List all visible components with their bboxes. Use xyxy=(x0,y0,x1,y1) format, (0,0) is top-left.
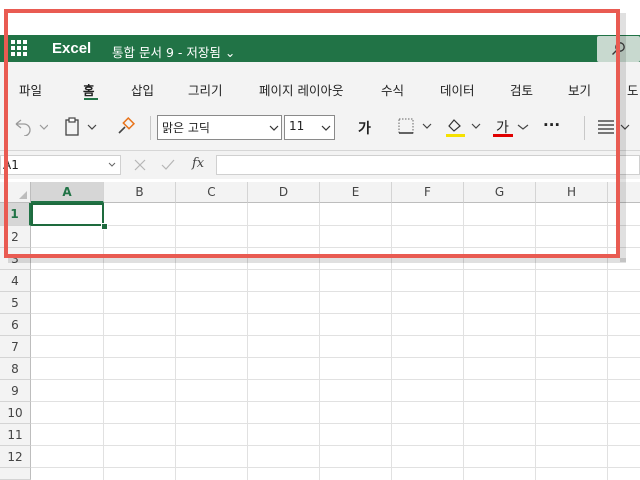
tab-file[interactable]: 파일 xyxy=(19,80,42,99)
column-header-f[interactable]: F xyxy=(392,182,464,203)
column-header-d[interactable]: D xyxy=(248,182,320,203)
format-painter-icon[interactable] xyxy=(116,117,136,137)
grid-line xyxy=(31,335,640,336)
grid-line xyxy=(391,203,392,480)
enter-icon[interactable] xyxy=(160,158,176,172)
row-header-4[interactable]: 4 xyxy=(0,270,31,292)
font-name-value: 맑은 고딕 xyxy=(162,121,210,135)
row-header-13[interactable] xyxy=(0,468,31,480)
column-header-b[interactable]: B xyxy=(104,182,176,203)
title-bar xyxy=(0,35,640,62)
tab-data[interactable]: 데이터 xyxy=(440,80,475,99)
row-header-1[interactable]: 1 xyxy=(0,203,31,226)
borders-icon[interactable] xyxy=(398,118,434,136)
grid-line xyxy=(31,357,640,358)
bold-button[interactable]: 가 xyxy=(358,118,371,138)
grid-line xyxy=(31,225,640,226)
grid-line xyxy=(247,203,248,480)
more-icon[interactable]: ··· xyxy=(543,116,560,134)
font-name-dropdown[interactable]: 맑은 고딕 xyxy=(157,115,282,140)
fill-color-icon[interactable] xyxy=(445,116,483,138)
formula-input[interactable] xyxy=(216,155,640,175)
row-header-2[interactable]: 2 xyxy=(0,226,31,248)
chevron-down-icon[interactable] xyxy=(517,123,529,131)
column-header-a[interactable]: A xyxy=(31,182,104,203)
grid-line xyxy=(319,203,320,480)
row-header-10[interactable]: 10 xyxy=(0,402,31,424)
grid-line xyxy=(31,467,640,468)
toolbar-separator xyxy=(584,116,585,140)
toolbar-separator xyxy=(150,116,151,140)
top-strip xyxy=(0,0,640,35)
active-tab-indicator xyxy=(84,98,98,100)
grid-line xyxy=(31,445,640,446)
tab-home[interactable]: 홈 xyxy=(83,80,95,99)
grid-line xyxy=(31,423,640,424)
align-icon[interactable] xyxy=(596,118,636,136)
grid-line xyxy=(31,247,640,248)
tab-page-layout[interactable]: 페이지 레이아웃 xyxy=(259,80,343,99)
search-button[interactable] xyxy=(597,36,640,62)
font-size-dropdown[interactable]: 11 xyxy=(284,115,335,140)
font-color-swatch xyxy=(493,134,513,137)
grid-line xyxy=(31,313,640,314)
grid-line xyxy=(31,401,640,402)
tab-more[interactable]: 도 xyxy=(627,80,639,99)
column-header-g[interactable]: G xyxy=(464,182,536,203)
tab-formulas[interactable]: 수식 xyxy=(381,80,404,99)
chevron-down-icon xyxy=(108,162,116,167)
paste-icon[interactable] xyxy=(64,117,100,137)
column-header-h[interactable]: H xyxy=(536,182,608,203)
app-name[interactable]: Excel xyxy=(52,40,91,57)
insert-function-button[interactable]: fx xyxy=(192,156,204,171)
row-header-5[interactable]: 5 xyxy=(0,292,31,314)
row-header-6[interactable]: 6 xyxy=(0,314,31,336)
cancel-icon[interactable] xyxy=(133,158,147,172)
highlight-shadow xyxy=(8,258,626,263)
selected-cell-a1[interactable] xyxy=(31,203,104,226)
name-box-value: A1 xyxy=(3,158,19,172)
tab-draw[interactable]: 그리기 xyxy=(188,80,223,99)
highlight-shadow xyxy=(620,13,626,262)
row-header-9[interactable]: 9 xyxy=(0,380,31,402)
row-header-12[interactable]: 12 xyxy=(0,446,31,468)
column-header-e[interactable]: E xyxy=(320,182,392,203)
worksheet-grid[interactable] xyxy=(0,182,640,480)
grid-line xyxy=(31,291,640,292)
grid-line xyxy=(535,203,536,480)
tab-insert[interactable]: 삽입 xyxy=(131,80,154,99)
grid-line xyxy=(31,379,640,380)
row-header-11[interactable]: 11 xyxy=(0,424,31,446)
row-header-8[interactable]: 8 xyxy=(0,358,31,380)
grid-line xyxy=(463,203,464,480)
chevron-down-icon xyxy=(321,125,331,131)
grid-line xyxy=(607,203,608,480)
select-all-icon xyxy=(19,191,27,199)
row-header-7[interactable]: 7 xyxy=(0,336,31,358)
grid-line xyxy=(31,269,640,270)
fill-handle[interactable] xyxy=(101,223,108,230)
grid-line xyxy=(175,203,176,480)
grid-line xyxy=(103,203,104,480)
tab-view[interactable]: 보기 xyxy=(568,80,591,99)
chevron-down-icon xyxy=(269,125,279,131)
tab-review[interactable]: 검토 xyxy=(510,80,533,99)
app-launcher-icon[interactable] xyxy=(11,40,27,56)
name-box[interactable]: A1 xyxy=(0,155,121,175)
font-size-value: 11 xyxy=(289,119,305,133)
document-title[interactable]: 통합 문서 9 - 저장됨 ⌄ xyxy=(112,42,235,61)
undo-icon[interactable] xyxy=(12,118,48,136)
select-all-corner[interactable] xyxy=(0,182,31,203)
column-header-c[interactable]: C xyxy=(176,182,248,203)
